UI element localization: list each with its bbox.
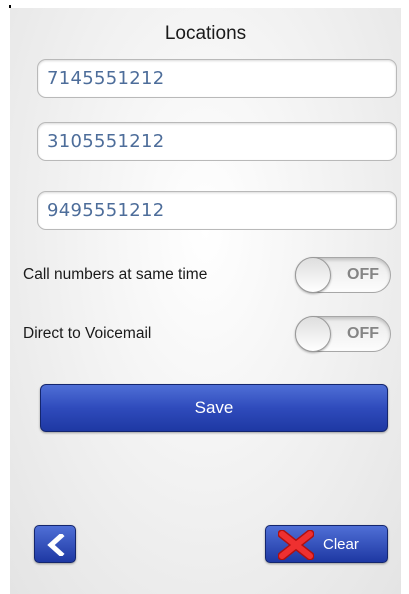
direct-voicemail-label: Direct to Voicemail: [23, 325, 152, 342]
red-x-icon: [278, 530, 314, 560]
direct-voicemail-toggle[interactable]: OFF: [295, 316, 391, 352]
location-field-2[interactable]: [37, 122, 397, 161]
call-simultaneous-toggle[interactable]: OFF: [295, 257, 391, 293]
direct-voicemail-row: Direct to Voicemail OFF: [10, 316, 401, 352]
call-simultaneous-row: Call numbers at same time OFF: [10, 257, 401, 293]
chevron-left-icon: [47, 534, 65, 556]
locations-screen: Locations Call numbers at same time OFF …: [10, 8, 401, 594]
clear-label: Clear: [323, 536, 359, 553]
toggle-knob: [295, 316, 331, 352]
clear-button[interactable]: Clear: [265, 525, 388, 563]
save-button[interactable]: Save: [40, 384, 388, 432]
back-button[interactable]: [34, 525, 76, 563]
call-simultaneous-label: Call numbers at same time: [23, 266, 208, 283]
toggle-state: OFF: [347, 325, 379, 342]
location-field-1[interactable]: [37, 59, 397, 98]
toggle-state: OFF: [347, 266, 379, 283]
location-field-3[interactable]: [37, 191, 397, 230]
toggle-knob: [295, 257, 331, 293]
page-title: Locations: [164, 23, 247, 44]
